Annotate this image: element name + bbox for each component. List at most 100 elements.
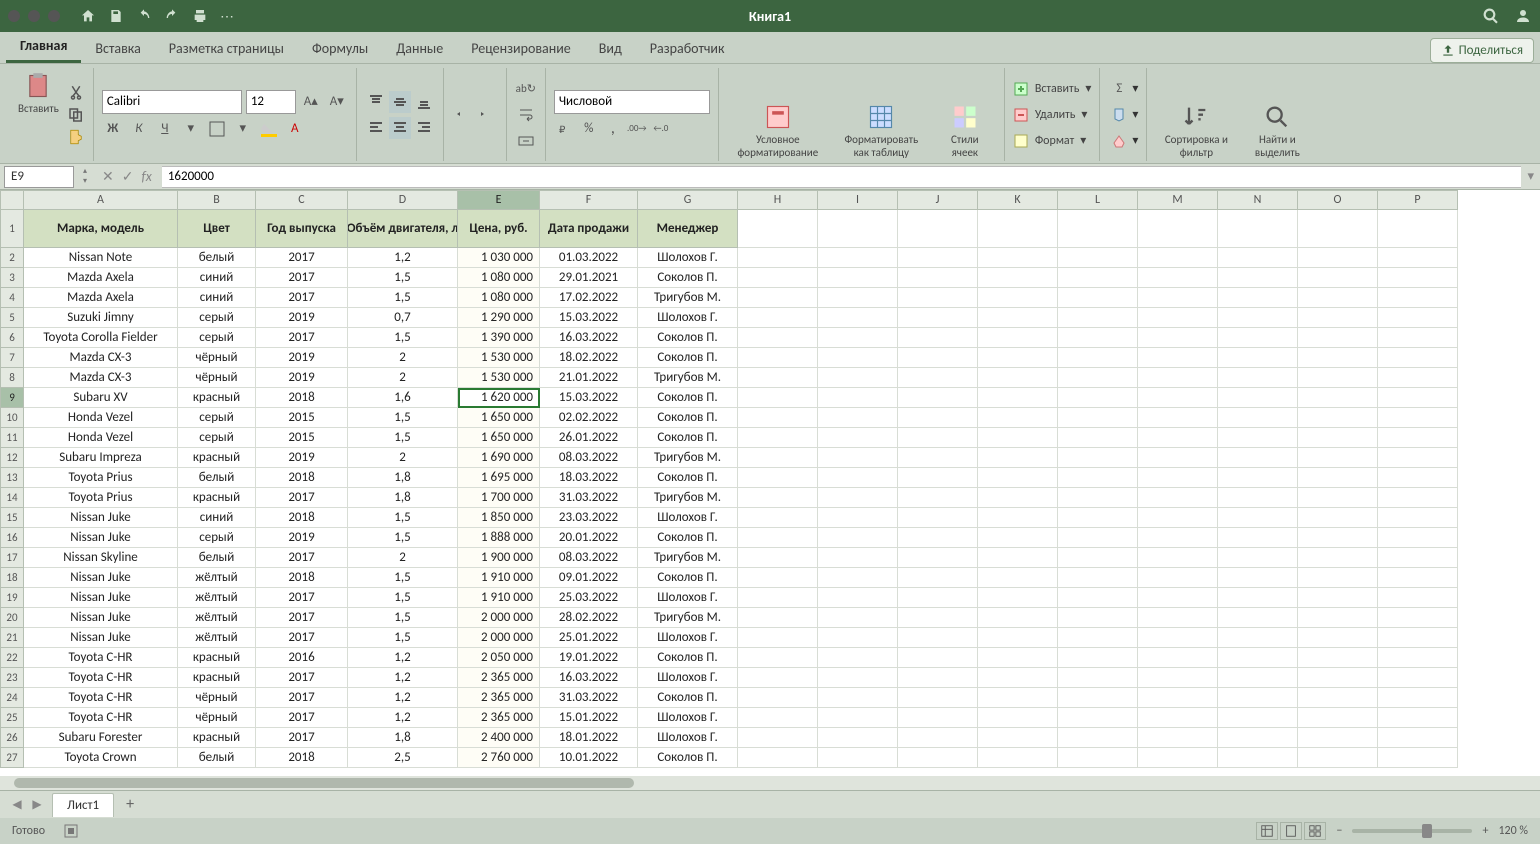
data-cell[interactable]: Соколов П. (638, 388, 738, 408)
data-cell[interactable] (898, 708, 978, 728)
column-header[interactable]: E (458, 190, 540, 210)
data-cell[interactable]: 1 850 000 (458, 508, 540, 528)
data-cell[interactable]: 1,8 (348, 488, 458, 508)
data-cell[interactable]: красный (178, 388, 256, 408)
data-cell[interactable] (898, 428, 978, 448)
home-icon[interactable] (80, 8, 96, 24)
data-cell[interactable] (818, 368, 898, 388)
data-cell[interactable]: Тригубов М. (638, 448, 738, 468)
data-cell[interactable]: Nissan Juke (24, 568, 178, 588)
data-cell[interactable] (1378, 448, 1458, 468)
data-cell[interactable]: 28.02.2022 (540, 608, 638, 628)
data-cell[interactable]: Nissan Juke (24, 528, 178, 548)
column-header[interactable]: H (738, 190, 818, 210)
data-cell[interactable]: 2019 (256, 528, 348, 548)
data-cell[interactable]: 1,5 (348, 288, 458, 308)
row-header[interactable]: 20 (0, 608, 24, 628)
data-cell[interactable] (738, 348, 818, 368)
column-header[interactable]: B (178, 190, 256, 210)
row-headers[interactable]: 1234567891011121314151617181920212223242… (0, 210, 24, 768)
data-cell[interactable] (1218, 528, 1298, 548)
data-cell[interactable] (1138, 548, 1218, 568)
data-cell[interactable] (818, 348, 898, 368)
data-cell[interactable]: Тригубов М. (638, 548, 738, 568)
enter-icon[interactable]: ✓ (122, 168, 134, 185)
data-cell[interactable] (898, 548, 978, 568)
data-cell[interactable] (1138, 408, 1218, 428)
data-cell[interactable]: 2017 (256, 628, 348, 648)
data-cell[interactable] (1058, 748, 1138, 768)
data-cell[interactable] (898, 588, 978, 608)
header-cell[interactable]: Объём двигателя, л (348, 210, 458, 248)
data-cell[interactable] (978, 668, 1058, 688)
column-header[interactable]: L (1058, 190, 1138, 210)
data-cell[interactable]: 16.03.2022 (540, 328, 638, 348)
data-cell[interactable] (898, 648, 978, 668)
row-header[interactable]: 22 (0, 648, 24, 668)
data-cell[interactable] (978, 428, 1058, 448)
macro-icon[interactable] (63, 823, 79, 839)
data-cell[interactable] (1138, 328, 1218, 348)
conditional-format-button[interactable]: Условное форматирование (727, 70, 829, 159)
data-cell[interactable] (1218, 668, 1298, 688)
data-cell[interactable] (1218, 688, 1298, 708)
data-cell[interactable] (1298, 488, 1378, 508)
data-cell[interactable]: Соколов П. (638, 528, 738, 548)
data-cell[interactable]: 2 (348, 348, 458, 368)
data-cell[interactable] (818, 688, 898, 708)
data-cell[interactable]: 2 400 000 (458, 728, 540, 748)
row-header[interactable]: 11 (0, 428, 24, 448)
column-header[interactable]: M (1138, 190, 1218, 210)
data-cell[interactable]: белый (178, 748, 256, 768)
data-cell[interactable] (898, 388, 978, 408)
tab-formulas[interactable]: Формулы (298, 34, 382, 63)
data-cell[interactable] (1138, 428, 1218, 448)
data-cell[interactable]: 23.03.2022 (540, 508, 638, 528)
data-cell[interactable] (818, 308, 898, 328)
borders-icon[interactable] (206, 118, 228, 140)
data-cell[interactable] (1298, 688, 1378, 708)
data-cell[interactable]: 2 000 000 (458, 628, 540, 648)
data-cell[interactable]: Тригубов М. (638, 368, 738, 388)
data-cell[interactable] (1378, 708, 1458, 728)
data-cell[interactable] (898, 728, 978, 748)
data-cell[interactable] (1218, 708, 1298, 728)
data-cell[interactable] (1378, 428, 1458, 448)
data-cell[interactable] (1298, 428, 1378, 448)
data-cell[interactable] (1058, 388, 1138, 408)
data-cell[interactable] (1378, 748, 1458, 768)
font-name-select[interactable] (102, 90, 242, 114)
data-cell[interactable] (1138, 588, 1218, 608)
data-cell[interactable]: 1 530 000 (458, 368, 540, 388)
data-cell[interactable]: 2017 (256, 588, 348, 608)
data-cell[interactable] (818, 428, 898, 448)
data-cell[interactable]: 2 (348, 448, 458, 468)
data-cell[interactable]: жёлтый (178, 608, 256, 628)
data-cell[interactable] (1298, 668, 1378, 688)
data-cell[interactable]: Nissan Juke (24, 588, 178, 608)
data-cell[interactable] (1138, 348, 1218, 368)
data-cell[interactable] (1058, 588, 1138, 608)
data-cell[interactable]: серый (178, 428, 256, 448)
column-headers[interactable]: ABCDEFGHIJKLMNOP (24, 190, 1458, 210)
data-cell[interactable]: Toyota Prius (24, 488, 178, 508)
data-cell[interactable]: серый (178, 408, 256, 428)
data-cell[interactable] (1138, 268, 1218, 288)
data-cell[interactable] (738, 668, 818, 688)
row-header[interactable]: 27 (0, 748, 24, 768)
data-cell[interactable]: 1 910 000 (458, 588, 540, 608)
data-cell[interactable] (1378, 210, 1458, 248)
data-cell[interactable] (1378, 508, 1458, 528)
data-cell[interactable]: 1,2 (348, 648, 458, 668)
data-cell[interactable] (1298, 468, 1378, 488)
data-cell[interactable] (1058, 448, 1138, 468)
data-cell[interactable] (818, 648, 898, 668)
row-header[interactable]: 3 (0, 268, 24, 288)
normal-view-icon[interactable] (1256, 822, 1278, 840)
sheet-tab[interactable]: Лист1 (52, 793, 114, 817)
data-cell[interactable]: 2 365 000 (458, 668, 540, 688)
data-cell[interactable]: 2017 (256, 288, 348, 308)
row-header[interactable]: 26 (0, 728, 24, 748)
data-cell[interactable]: 1 620 000 (458, 388, 540, 408)
data-cell[interactable] (738, 288, 818, 308)
